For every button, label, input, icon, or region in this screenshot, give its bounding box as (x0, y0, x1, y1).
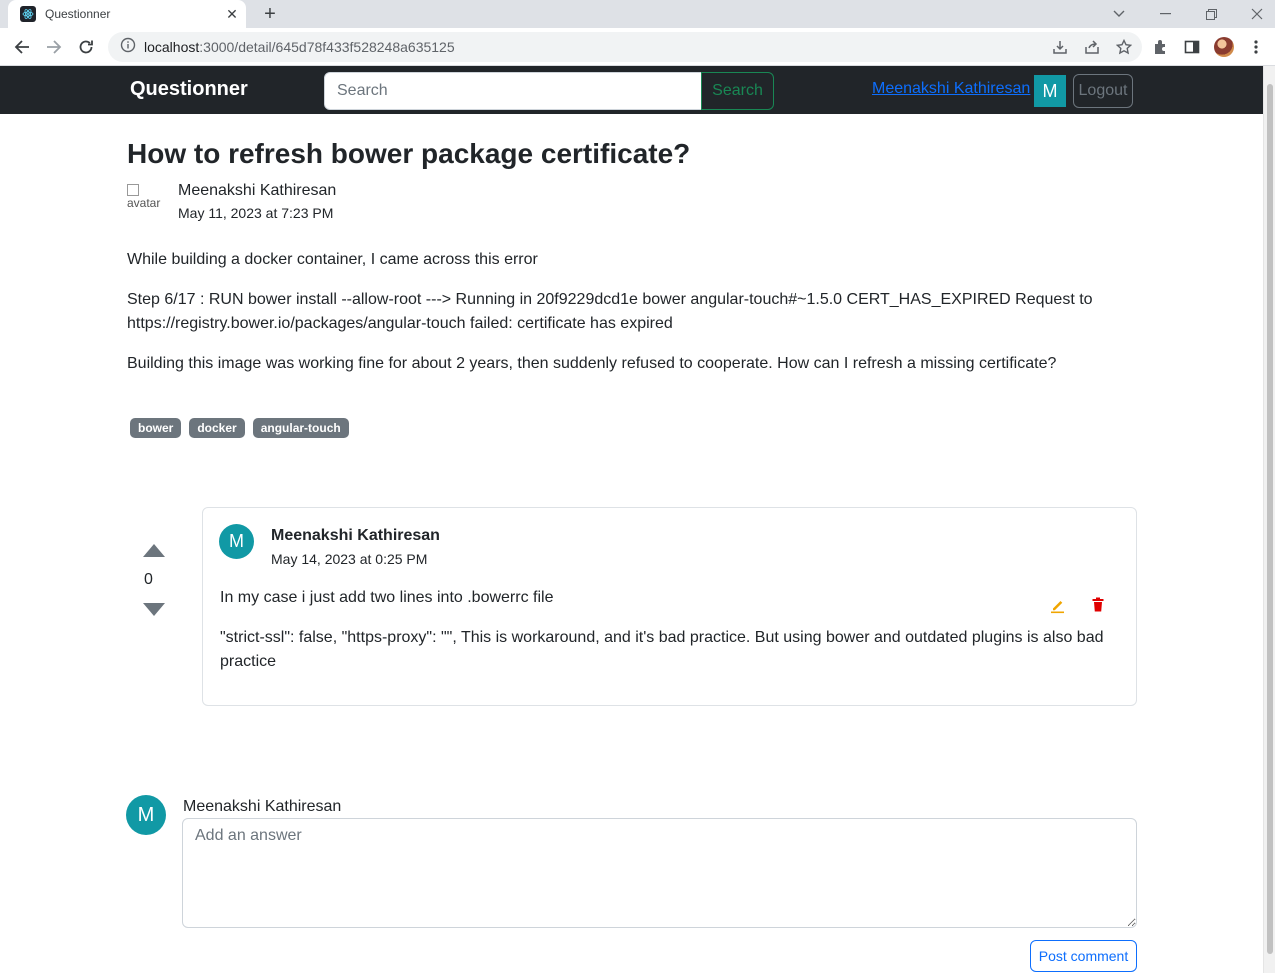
commenter-avatar: M (126, 795, 166, 835)
vote-count: 0 (144, 571, 153, 588)
user-avatar[interactable]: M (1034, 75, 1066, 107)
forward-icon[interactable] (40, 33, 68, 61)
install-app-icon[interactable] (1050, 37, 1070, 57)
brand-logo[interactable]: Questionner (130, 78, 248, 101)
avatar-alt-text: avatar (127, 196, 161, 210)
broken-image-icon (127, 184, 139, 196)
react-favicon-icon (20, 6, 36, 22)
profile-avatar[interactable] (1214, 37, 1234, 57)
tab-title: Questionner (45, 7, 111, 21)
downvote-arrow-icon[interactable] (143, 603, 165, 616)
tab-close-icon[interactable]: ✕ (222, 4, 242, 24)
kebab-menu-icon[interactable] (1246, 37, 1266, 57)
question-paragraph: Step 6/17 : RUN bower install --allow-ro… (127, 291, 1093, 332)
answer-paragraph: In my case i just add two lines into .bo… (220, 589, 554, 606)
question-date: May 11, 2023 at 7:23 PM (178, 205, 334, 221)
commenter-name: Meenakshi Kathiresan (183, 798, 342, 815)
extensions-puzzle-icon[interactable] (1150, 37, 1170, 57)
answer-date: May 14, 2023 at 0:25 PM (271, 551, 428, 567)
side-panel-icon[interactable] (1182, 37, 1202, 57)
answer-textarea[interactable] (182, 818, 1137, 928)
question-paragraph: While building a docker container, I cam… (127, 251, 538, 268)
tag-angular-touch[interactable]: angular-touch (252, 418, 349, 438)
back-icon[interactable] (8, 33, 36, 61)
question-paragraph: Building this image was working fine for… (127, 355, 1057, 372)
new-tab-icon[interactable]: + (258, 2, 282, 26)
url-path: :3000/detail/645d78f433f528248a635125 (199, 39, 455, 55)
app-navbar: Questionner Search Meenakshi Kathiresan … (0, 66, 1263, 114)
url-text: localhost:3000/detail/645d78f433f528248a… (144, 39, 455, 55)
edit-pencil-icon[interactable] (1049, 596, 1067, 614)
page-scrollbar[interactable] (1263, 66, 1275, 973)
search-button[interactable]: Search (701, 72, 774, 110)
tag-bower[interactable]: bower (130, 418, 182, 438)
tag-docker[interactable]: docker (189, 418, 245, 438)
bookmark-star-icon[interactable] (1114, 37, 1134, 57)
minimize-icon[interactable] (1142, 0, 1188, 28)
answer-author-avatar: M (219, 524, 254, 559)
answer-paragraph: "strict-ssl": false, "https-proxy": "", … (220, 629, 1104, 670)
upvote-arrow-icon[interactable] (143, 544, 165, 557)
tab-search-chevron-icon[interactable] (1096, 0, 1142, 28)
scrollbar-thumb[interactable] (1267, 84, 1273, 954)
question-title: How to refresh bower package certificate… (127, 138, 691, 169)
browser-tab[interactable]: Questionner ✕ (8, 0, 246, 28)
answer-card: M Meenakshi Kathiresan May 14, 2023 at 0… (202, 507, 1137, 706)
url-host: localhost (144, 39, 200, 55)
share-icon[interactable] (1082, 37, 1102, 57)
question-body: While building a docker container, I cam… (127, 248, 1127, 392)
question-author-avatar: avatar (127, 184, 165, 222)
vote-widget: 0 (140, 544, 168, 616)
restore-icon[interactable] (1188, 0, 1234, 28)
browser-tabstrip: Questionner ✕ + (0, 0, 1275, 28)
answer-body: In my case i just add two lines into .bo… (220, 586, 1120, 690)
browser-toolbar: localhost:3000/detail/645d78f433f528248a… (0, 28, 1275, 66)
logout-button[interactable]: Logout (1073, 74, 1133, 108)
delete-trash-icon[interactable] (1089, 596, 1107, 614)
question-author: Meenakshi Kathiresan (178, 182, 337, 199)
site-info-icon[interactable] (120, 37, 136, 58)
tag-list: bower docker angular-touch (130, 418, 349, 438)
close-window-icon[interactable] (1234, 0, 1275, 28)
answer-author: Meenakshi Kathiresan (271, 527, 440, 544)
page-viewport: Questionner Search Meenakshi Kathiresan … (0, 66, 1275, 973)
address-bar[interactable]: localhost:3000/detail/645d78f433f528248a… (108, 32, 1142, 62)
search-input[interactable] (324, 72, 702, 110)
reload-icon[interactable] (72, 33, 100, 61)
post-comment-button[interactable]: Post comment (1030, 940, 1137, 972)
user-profile-link[interactable]: Meenakshi Kathiresan (872, 80, 1030, 98)
